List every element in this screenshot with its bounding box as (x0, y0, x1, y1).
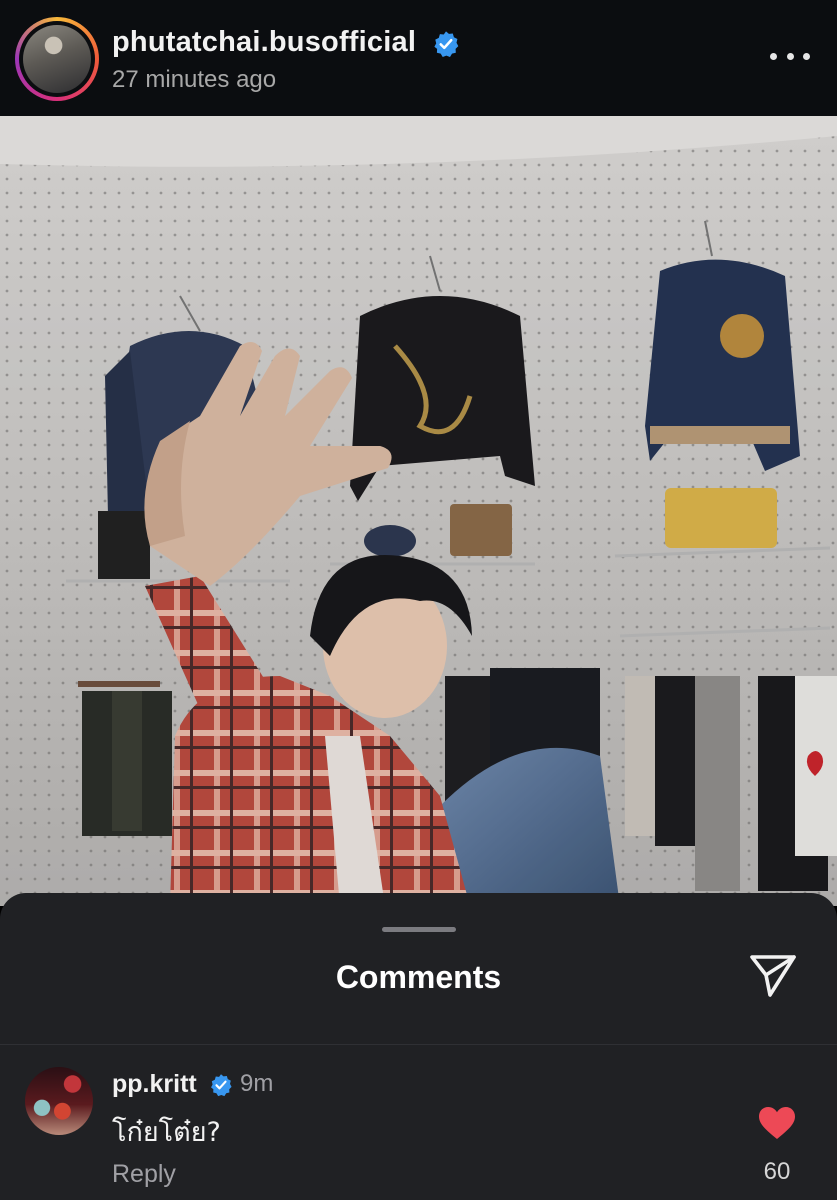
sheet-drag-handle[interactable] (382, 927, 456, 932)
comment-time: 9m (240, 1070, 274, 1097)
paper-plane-icon[interactable] (746, 951, 800, 1001)
post-header: phutatchai.busofficial 27 minutes ago (0, 0, 837, 116)
post-photo[interactable] (0, 116, 837, 906)
post-timestamp: 27 minutes ago (112, 66, 277, 93)
more-options-icon[interactable] (770, 46, 810, 66)
like-count: 60 (763, 1158, 791, 1185)
sheet-divider (0, 1044, 837, 1045)
profile-avatar[interactable] (15, 17, 99, 101)
verified-badge-icon (434, 31, 459, 57)
photo-illustration (0, 116, 837, 906)
comment-text: โก๋ยโต๋ย? (112, 1117, 221, 1148)
avatar-image (23, 25, 91, 93)
comments-sheet: Comments pp.kritt 9m โก๋ยโต๋ย? Reply 60 (0, 893, 837, 1200)
comment-username[interactable]: pp.kritt (112, 1070, 197, 1099)
comments-title: Comments (335, 959, 502, 995)
comment-avatar[interactable] (25, 1067, 93, 1135)
reply-button[interactable]: Reply (112, 1160, 176, 1189)
post-username[interactable]: phutatchai.busofficial (112, 26, 416, 59)
heart-icon[interactable] (758, 1106, 796, 1140)
instagram-post-screen: phutatchai.busofficial 27 minutes ago Co… (0, 0, 837, 1200)
verified-badge-icon (211, 1074, 232, 1097)
